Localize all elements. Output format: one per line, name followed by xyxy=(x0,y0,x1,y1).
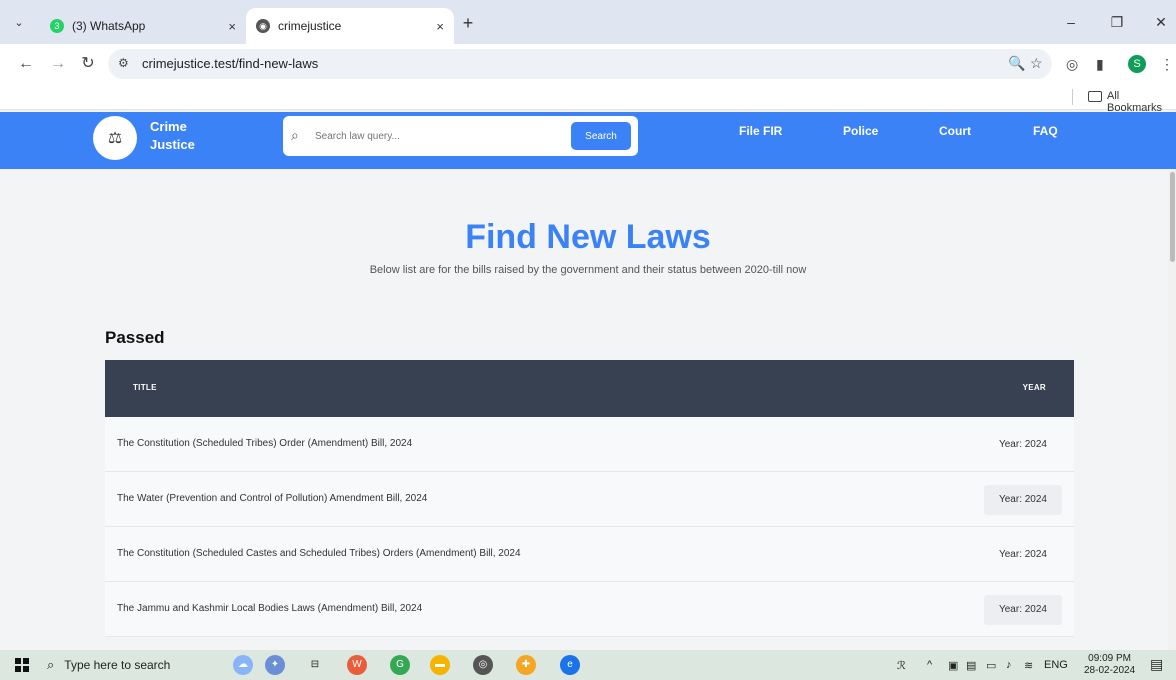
section-heading-passed: Passed xyxy=(105,328,165,347)
file-explorer-icon[interactable]: ▬ xyxy=(430,655,450,675)
satellite-app-icon[interactable]: ✦ xyxy=(265,655,285,675)
wifi-icon[interactable]: ≋ xyxy=(1024,659,1033,672)
law-year: Year: 2024 xyxy=(998,549,1047,560)
zoom-icon[interactable]: 🔍 xyxy=(1008,55,1025,72)
tab-title: crimejustice xyxy=(278,19,342,33)
nav-police[interactable]: Police xyxy=(843,124,878,138)
law-title: The Constitution (Scheduled Castes and S… xyxy=(117,548,521,559)
volume-icon[interactable]: ♪ xyxy=(1006,659,1012,671)
site-settings-icon[interactable]: ⚙ xyxy=(118,56,129,70)
restore-icon[interactable]: ❐ xyxy=(1108,14,1126,31)
page-subtitle: Below list are for the bills raised by t… xyxy=(369,264,807,276)
site-logo[interactable]: ⚖ xyxy=(93,116,137,160)
folder-icon[interactable] xyxy=(1088,91,1102,102)
bookmarks-bar: All Bookmarks xyxy=(0,84,1176,114)
plugin-app-icon[interactable]: ✚ xyxy=(516,655,536,675)
divider xyxy=(1072,89,1073,105)
new-tab-icon[interactable]: + xyxy=(458,13,478,33)
page-title: Find New Laws xyxy=(465,218,711,256)
back-icon[interactable]: ← xyxy=(16,54,36,74)
column-header-title: TITLE xyxy=(133,383,157,392)
profile-avatar[interactable]: S xyxy=(1128,55,1146,73)
site-brand[interactable]: Crime Justice xyxy=(150,118,195,154)
clock-time: 09:09 PM xyxy=(1088,653,1131,664)
column-header-year: YEAR xyxy=(1022,383,1046,392)
close-tab-icon[interactable]: × xyxy=(228,19,236,34)
edge-icon[interactable]: e xyxy=(560,655,580,675)
scrollbar-thumb[interactable] xyxy=(1170,172,1175,262)
close-window-icon[interactable]: ✕ xyxy=(1152,14,1170,31)
forward-icon[interactable]: → xyxy=(48,54,68,74)
address-bar[interactable]: ⚙ crimejustice.test/find-new-laws 🔍 ☆ xyxy=(108,49,1052,79)
search-icon: ⌕ xyxy=(291,127,299,143)
table-header: TITLE YEAR xyxy=(105,360,1074,417)
tab-title: (3) WhatsApp xyxy=(72,19,146,33)
nav-faq[interactable]: FAQ xyxy=(1033,124,1058,138)
weather-widget-icon[interactable]: ☁ xyxy=(233,655,253,675)
tab-search-chevron-icon[interactable]: ⌄ xyxy=(10,14,28,32)
browser-tab-strip: ⌄ 3 (3) WhatsApp × ◉ crimejustice × + – … xyxy=(0,0,1176,44)
law-title: The Jammu and Kashmir Local Bodies Laws … xyxy=(117,603,423,614)
windows-taskbar: ⌕ Type here to search ☁ ✦ ⊟ W G ▬ ◎ ✚ e … xyxy=(0,650,1176,680)
task-view-icon[interactable]: ⊟ xyxy=(305,655,325,675)
search-icon: ⌕ xyxy=(47,657,55,672)
notification-icon[interactable]: ▤ xyxy=(1150,656,1163,673)
whatsapp-icon: 3 xyxy=(50,19,64,33)
law-title: The Water (Prevention and Control of Pol… xyxy=(117,493,428,504)
tray-chevron-icon[interactable]: ^ xyxy=(927,659,932,671)
tray-app-icon[interactable]: ▣ xyxy=(948,659,958,672)
law-year: Year: 2024 xyxy=(984,595,1062,625)
more-menu-icon[interactable]: ⋮ xyxy=(1160,56,1174,73)
bookmark-star-icon[interactable]: ☆ xyxy=(1030,55,1043,72)
law-search-box: ⌕ Search xyxy=(283,116,638,156)
search-button[interactable]: Search xyxy=(571,122,631,150)
side-panel-icon[interactable]: ▮ xyxy=(1096,56,1104,73)
wps-office-icon[interactable]: W xyxy=(347,655,367,675)
taskbar-search[interactable]: ⌕ Type here to search xyxy=(47,653,219,677)
law-year: Year: 2024 xyxy=(984,485,1062,515)
url-text[interactable]: crimejustice.test/find-new-laws xyxy=(142,56,318,71)
table-row[interactable]: The Water (Prevention and Control of Pol… xyxy=(105,472,1074,527)
nav-file-fir[interactable]: File FIR xyxy=(739,124,782,138)
brand-line2: Justice xyxy=(150,137,195,152)
tray-app2-icon[interactable]: ▤ xyxy=(966,659,976,672)
close-tab-icon[interactable]: × xyxy=(436,19,444,34)
law-search-input[interactable] xyxy=(313,126,553,146)
all-bookmarks-link[interactable]: All Bookmarks xyxy=(1107,90,1176,114)
minimize-icon[interactable]: – xyxy=(1062,14,1080,30)
table-row[interactable]: The Constitution (Scheduled Castes and S… xyxy=(105,527,1074,582)
clock-date: 28-02-2024 xyxy=(1084,665,1136,676)
chrome-alt-icon[interactable]: ◎ xyxy=(473,655,493,675)
reload-icon[interactable]: ↻ xyxy=(78,54,98,74)
browser-toolbar: ← → ↻ ⚙ crimejustice.test/find-new-laws … xyxy=(0,44,1176,84)
brand-line1: Crime xyxy=(150,119,187,134)
law-title: The Constitution (Scheduled Tribes) Orde… xyxy=(117,438,413,449)
tab-whatsapp[interactable]: 3 (3) WhatsApp × xyxy=(40,8,246,44)
people-icon[interactable]: ℛ xyxy=(897,659,906,672)
table-row[interactable]: The Jammu and Kashmir Local Bodies Laws … xyxy=(105,582,1074,637)
nav-court[interactable]: Court xyxy=(939,124,971,138)
extensions-icon[interactable]: ◎ xyxy=(1066,56,1078,73)
site-header: ⚖ Crime Justice ⌕ Search File FIR Police… xyxy=(0,112,1176,169)
taskbar-search-text: Type here to search xyxy=(64,658,171,672)
tab-crimejustice[interactable]: ◉ crimejustice × xyxy=(246,8,454,44)
system-clock[interactable]: 09:09 PM 28-02-2024 xyxy=(1084,653,1135,677)
windows-start-icon[interactable] xyxy=(15,658,29,672)
globe-icon: ◉ xyxy=(256,19,270,33)
tab-badge: 3 xyxy=(54,21,60,31)
table-row[interactable]: The Constitution (Scheduled Tribes) Orde… xyxy=(105,417,1074,472)
battery-icon[interactable]: ▭ xyxy=(986,659,996,672)
language-indicator[interactable]: ENG xyxy=(1044,659,1068,671)
passed-laws-table: TITLE YEAR The Constitution (Scheduled T… xyxy=(105,360,1074,637)
chrome-icon[interactable]: G xyxy=(390,655,410,675)
law-year: Year: 2024 xyxy=(998,439,1047,450)
